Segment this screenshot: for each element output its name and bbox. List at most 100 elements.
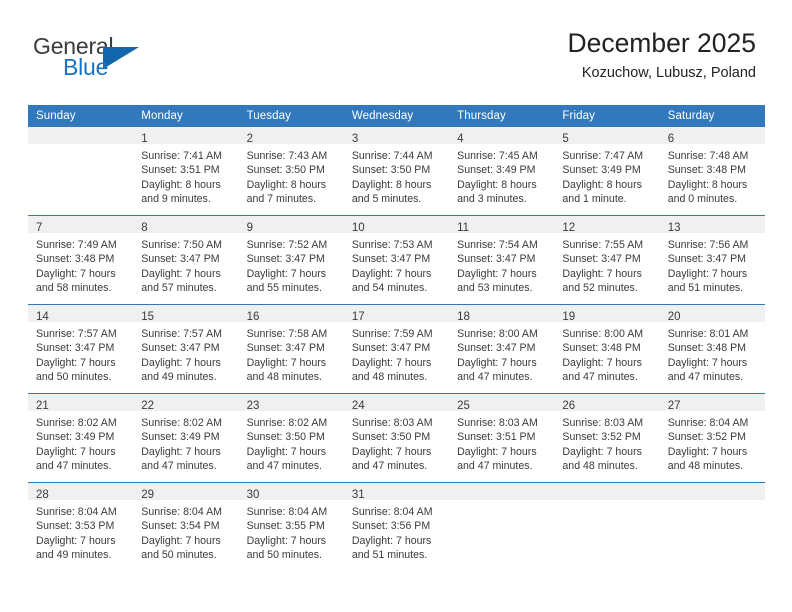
day-number: 12 [562, 222, 576, 234]
daylight-line-1: Daylight: 7 hours [457, 445, 537, 458]
daylight-line-2: and 53 minutes. [457, 281, 533, 294]
calendar-day-cell[interactable]: 12 Sunrise: 7:55 AM Sunset: 3:47 PM Dayligh… [554, 215, 660, 305]
calendar-day-cell[interactable]: 4 Sunrise: 7:45 AM Sunset: 3:49 PM Daylight… [449, 127, 555, 216]
day-number: 13 [667, 222, 681, 234]
sunset-time: Sunset: 3:47 PM [246, 342, 325, 355]
sunset-time: Sunset: 3:47 PM [141, 253, 220, 266]
day-number-band: 31 [343, 483, 450, 501]
sunrise-time: Sunrise: 7:52 AM [246, 239, 328, 251]
calendar-day-cell[interactable]: 28 Sunrise: 8:04 AM Sunset: 3:53 PM Dayligh… [28, 482, 134, 571]
day-number: 11 [457, 222, 470, 234]
calendar-header-row: Sunday Monday Tuesday Wednesday Thursday Frid… [28, 105, 765, 127]
calendar-day-cell[interactable]: 13 Sunrise: 7:56 AM Sunset: 3:47 PM Dayligh… [659, 215, 765, 305]
calendar-day-cell[interactable]: 25 Sunrise: 8:03 AM Sunset: 3:51 PM Dayligh… [449, 393, 555, 483]
calendar-day-cell[interactable]: 5 Sunrise: 7:47 AM Sunset: 3:49 PM Daylight… [554, 127, 660, 216]
calendar-week-row: 28 Sunrise: 8:04 AM Sunset: 3:53 PM Dayligh… [28, 482, 765, 571]
sunset-time: Sunset: 3:50 PM [351, 431, 431, 444]
day-number: 9 [246, 222, 253, 234]
day-detail [28, 144, 133, 209]
daylight-line-1: Daylight: 8 hours [457, 178, 537, 191]
calendar-day-cell[interactable]: 11 Sunrise: 7:54 AM Sunset: 3:47 PM Dayligh… [449, 215, 555, 305]
calendar-day-cell[interactable]: 10 Sunrise: 7:53 AM Sunset: 3:47 PM Dayligh… [343, 215, 450, 305]
day-number-band: 4 [449, 127, 555, 145]
day-number: 10 [351, 222, 365, 234]
day-number-band: 10 [343, 216, 450, 234]
calendar-day-cell[interactable]: 17 Sunrise: 7:59 AM Sunset: 3:47 PM Dayligh… [343, 304, 450, 394]
calendar-body: 1 Sunrise: 7:41 AM Sunset: 3:51 PM Daylight… [28, 127, 765, 571]
calendar-day-cell[interactable]: 3 Sunrise: 7:44 AM Sunset: 3:50 PM Daylight… [343, 127, 450, 216]
day-number-band: 7 [28, 216, 134, 234]
calendar-week-row: 7 Sunrise: 7:49 AM Sunset: 3:48 PM Daylight… [28, 215, 765, 305]
day-detail: Sunrise: 8:03 AM Sunset: 3:51 PM Daylight:… [449, 411, 554, 473]
calendar-day-cell[interactable]: 2 Sunrise: 7:43 AM Sunset: 3:50 PM Daylight… [238, 127, 344, 216]
sunrise-time: Sunrise: 8:04 AM [667, 417, 749, 429]
day-number: 25 [457, 400, 470, 412]
daylight-line-1: Daylight: 7 hours [351, 356, 432, 369]
sunrise-time: Sunrise: 7:48 AM [667, 150, 749, 162]
daylight-line-2: and 51 minutes. [667, 281, 744, 294]
daylight-line-1: Daylight: 7 hours [351, 267, 432, 280]
sunset-time: Sunset: 3:53 PM [36, 520, 115, 533]
calendar-day-cell[interactable]: 7 Sunrise: 7:49 AM Sunset: 3:48 PM Daylight… [28, 215, 134, 305]
calendar-day-cell[interactable]: 6 Sunrise: 7:48 AM Sunset: 3:48 PM Daylight… [659, 127, 765, 216]
day-detail: Sunrise: 8:00 AM Sunset: 3:47 PM Daylight:… [449, 322, 554, 384]
day-number-band: 3 [343, 127, 450, 145]
day-number: 29 [141, 489, 155, 501]
sunset-time: Sunset: 3:51 PM [141, 164, 220, 177]
calendar-day-cell[interactable]: 20 Sunrise: 8:01 AM Sunset: 3:48 PM Dayligh… [659, 304, 765, 394]
sunrise-time: Sunrise: 7:59 AM [351, 328, 433, 340]
sunrise-time: Sunrise: 8:03 AM [457, 417, 538, 429]
sunrise-time: Sunrise: 8:04 AM [141, 506, 222, 518]
calendar-day-cell[interactable]: 24 Sunrise: 8:03 AM Sunset: 3:50 PM Dayligh… [343, 393, 450, 483]
day-number: 17 [351, 311, 365, 323]
calendar-day-cell[interactable]: 22 Sunrise: 8:02 AM Sunset: 3:49 PM Dayligh… [133, 393, 239, 483]
calendar-day-cell[interactable]: 14 Sunrise: 7:57 AM Sunset: 3:47 PM Dayligh… [28, 304, 134, 394]
day-number: 8 [141, 222, 148, 234]
sunset-time: Sunset: 3:50 PM [246, 431, 325, 444]
brand-logo[interactable]: General Blue [33, 33, 233, 81]
daylight-line-2: and 1 minute. [562, 192, 627, 205]
calendar-day-cell[interactable]: 19 Sunrise: 8:00 AM Sunset: 3:48 PM Dayligh… [554, 304, 660, 394]
sunrise-time: Sunrise: 8:04 AM [36, 506, 117, 518]
calendar-day-cell[interactable]: 26 Sunrise: 8:03 AM Sunset: 3:52 PM Dayligh… [554, 393, 660, 483]
daylight-line-1: Daylight: 7 hours [667, 356, 748, 369]
day-number-band: 20 [659, 305, 765, 323]
calendar-week-row: 14 Sunrise: 7:57 AM Sunset: 3:47 PM Dayligh… [28, 304, 765, 394]
calendar-day-cell[interactable]: 9 Sunrise: 7:52 AM Sunset: 3:47 PM Daylight… [238, 215, 344, 305]
sunset-time: Sunset: 3:47 PM [351, 253, 431, 266]
daylight-line-1: Daylight: 7 hours [562, 445, 642, 458]
day-detail: Sunrise: 8:04 AM Sunset: 3:53 PM Daylight:… [28, 500, 133, 562]
calendar-day-cell[interactable]: 30 Sunrise: 8:04 AM Sunset: 3:55 PM Dayligh… [238, 482, 344, 571]
day-number: 22 [141, 400, 155, 412]
sunrise-time: Sunrise: 8:04 AM [351, 506, 433, 518]
calendar-day-cell-empty [659, 482, 765, 571]
day-number-band: 15 [133, 305, 239, 323]
calendar-day-cell[interactable]: 27 Sunrise: 8:04 AM Sunset: 3:52 PM Dayligh… [659, 393, 765, 483]
day-detail: Sunrise: 7:58 AM Sunset: 3:47 PM Daylight:… [239, 322, 344, 384]
day-number-band: 12 [554, 216, 660, 234]
sunset-time: Sunset: 3:47 PM [246, 253, 325, 266]
day-number: 15 [141, 311, 155, 323]
calendar-day-cell[interactable]: 29 Sunrise: 8:04 AM Sunset: 3:54 PM Dayligh… [133, 482, 239, 571]
sunset-time: Sunset: 3:50 PM [246, 164, 325, 177]
sunrise-time: Sunrise: 8:02 AM [141, 417, 222, 429]
weekday-header-thursday: Thursday [449, 105, 555, 127]
weekday-header-wednesday: Wednesday [343, 105, 450, 127]
calendar-day-cell[interactable]: 21 Sunrise: 8:02 AM Sunset: 3:49 PM Dayligh… [28, 393, 134, 483]
daylight-line-2: and 47 minutes. [457, 459, 533, 472]
sunset-time: Sunset: 3:47 PM [667, 253, 747, 266]
day-number-band [28, 127, 134, 144]
calendar-day-cell[interactable]: 8 Sunrise: 7:50 AM Sunset: 3:47 PM Daylight… [133, 215, 239, 305]
calendar-day-cell[interactable]: 16 Sunrise: 7:58 AM Sunset: 3:47 PM Dayligh… [238, 304, 344, 394]
calendar-day-cell[interactable]: 18 Sunrise: 8:00 AM Sunset: 3:47 PM Dayligh… [449, 304, 555, 394]
calendar-day-cell[interactable]: 15 Sunrise: 7:57 AM Sunset: 3:47 PM Dayligh… [133, 304, 239, 394]
day-number-band: 13 [659, 216, 765, 234]
calendar-day-cell[interactable]: 23 Sunrise: 8:02 AM Sunset: 3:50 PM Dayligh… [238, 393, 344, 483]
day-number: 28 [36, 489, 49, 501]
calendar-day-cell[interactable]: 1 Sunrise: 7:41 AM Sunset: 3:51 PM Daylight… [133, 127, 239, 216]
calendar-day-cell[interactable]: 31 Sunrise: 8:04 AM Sunset: 3:56 PM Dayligh… [343, 482, 450, 571]
day-number-band [659, 483, 765, 500]
daylight-line-2: and 57 minutes. [141, 281, 217, 294]
daylight-line-1: Daylight: 7 hours [36, 267, 116, 280]
sunrise-time: Sunrise: 7:43 AM [246, 150, 328, 162]
